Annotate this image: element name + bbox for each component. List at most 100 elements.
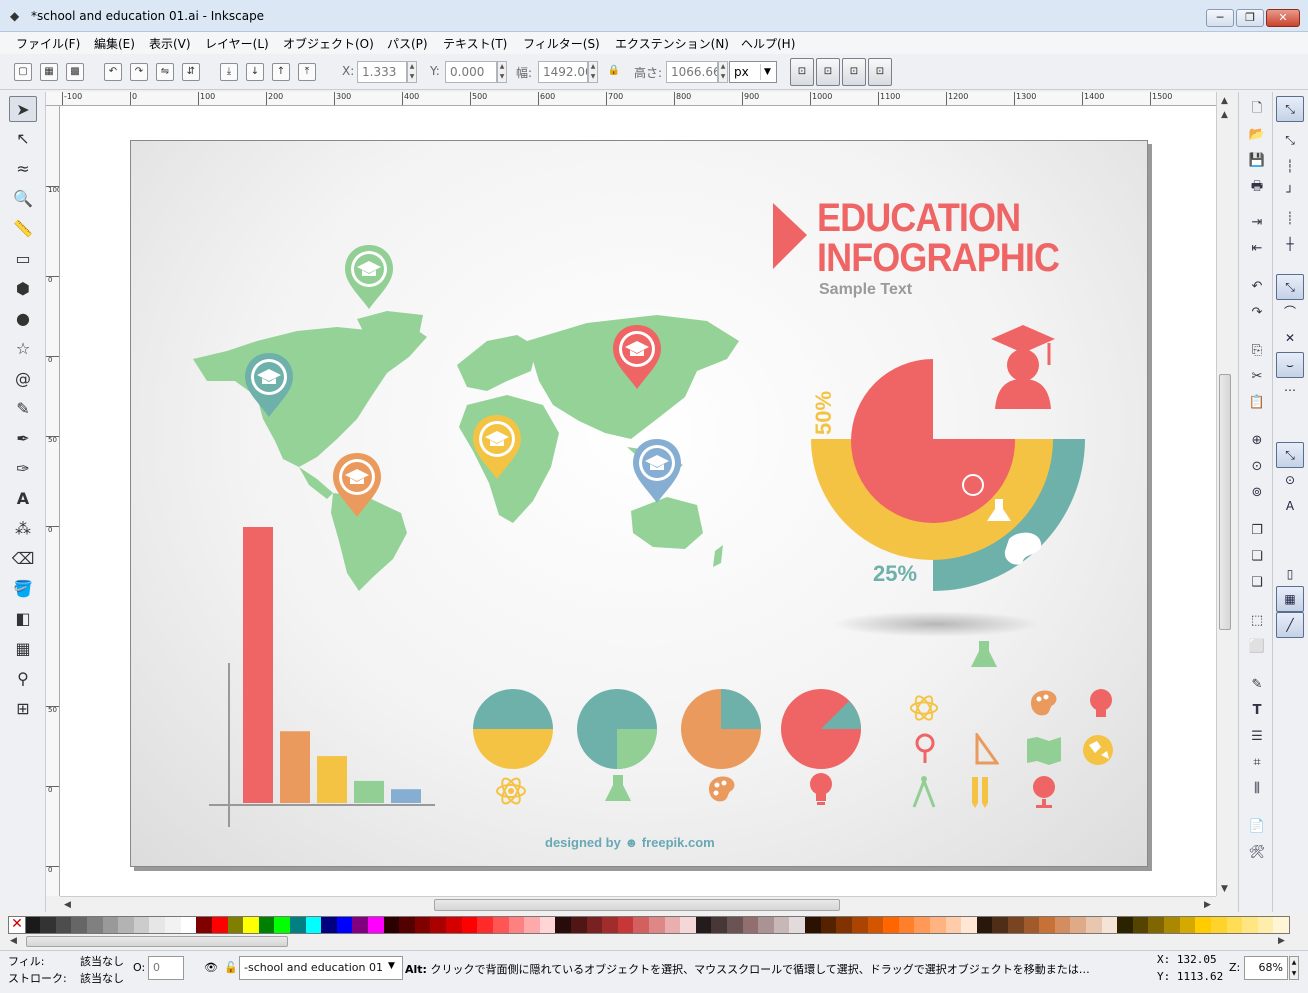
palette-swatch[interactable] <box>524 917 540 933</box>
bar[interactable] <box>354 780 384 803</box>
preferences-icon[interactable]: 🛠 <box>1246 842 1268 864</box>
zoom-input[interactable]: 68% <box>1244 956 1288 980</box>
scroll-left-icon[interactable]: ◀ <box>64 900 71 910</box>
fill-stroke-icon[interactable]: ✎ <box>1246 674 1268 696</box>
palette-swatch[interactable] <box>633 917 649 933</box>
palette-swatch[interactable] <box>196 917 212 933</box>
palette-swatch[interactable] <box>570 917 587 933</box>
palette-swatch[interactable] <box>680 917 696 933</box>
palette-swatch[interactable] <box>243 917 259 933</box>
palette-swatch[interactable] <box>336 917 353 933</box>
scale-corners-toggle[interactable]: ⊡ <box>816 58 840 86</box>
canvas[interactable]: EDUCATION INFOGRAPHIC Sample Text 50% 25… <box>60 106 1216 896</box>
pen-tool-icon[interactable]: ✒ <box>9 426 37 452</box>
minimize-button[interactable]: ─ <box>1206 9 1234 27</box>
palette-swatch[interactable] <box>898 917 915 933</box>
infographic-title-line2[interactable]: INFOGRAPHIC <box>817 237 1060 279</box>
horizontal-scrollbar[interactable]: ◀ ▶ <box>60 896 1216 912</box>
palette-swatch[interactable] <box>648 917 665 933</box>
document-page[interactable]: EDUCATION INFOGRAPHIC Sample Text 50% 25… <box>130 140 1148 867</box>
palette-swatch[interactable] <box>508 917 525 933</box>
palette-swatch[interactable] <box>55 917 72 933</box>
zoom-tool-icon[interactable]: 🔍 <box>9 186 37 212</box>
no-paint-swatch[interactable]: ✕ <box>8 916 26 934</box>
bar[interactable] <box>280 731 310 803</box>
snap-page-border-icon[interactable]: ▯ <box>1276 562 1304 588</box>
palette-swatch[interactable] <box>961 917 977 933</box>
palette-swatch[interactable] <box>446 917 462 933</box>
palette-swatch[interactable] <box>1148 917 1165 933</box>
palette-swatch[interactable] <box>1101 917 1118 933</box>
menu-object[interactable]: オブジェクト(O) <box>283 35 374 52</box>
group-icon[interactable]: ⬚ <box>1246 610 1268 632</box>
fill-value[interactable]: 該当なし <box>80 953 124 969</box>
3d-box-tool-icon[interactable]: ⬢ <box>9 276 37 302</box>
duplicate-icon[interactable]: ❐ <box>1246 520 1268 542</box>
graduate-icon[interactable] <box>989 321 1059 411</box>
select-all-icon[interactable]: ▢ <box>14 63 32 81</box>
palette-swatch[interactable] <box>274 917 290 933</box>
snap-centers-icon[interactable]: ⤡ <box>1276 442 1304 468</box>
zoom-page-icon[interactable]: ⊚ <box>1246 482 1268 504</box>
palette-swatch[interactable] <box>883 917 899 933</box>
height-spinner[interactable]: ▲ ▼ <box>718 61 728 83</box>
undo-icon[interactable]: ↶ <box>1246 276 1268 298</box>
opacity-input[interactable]: 0 <box>148 956 184 980</box>
palette-swatch[interactable] <box>1273 917 1289 933</box>
zoom-selection-icon[interactable]: ⊕ <box>1246 430 1268 452</box>
palette-swatch[interactable] <box>1242 917 1258 933</box>
close-button[interactable]: ✕ <box>1266 9 1300 27</box>
tweak-tool-icon[interactable]: ≈ <box>9 156 37 182</box>
pie-teal-green[interactable] <box>575 687 659 771</box>
palette-swatch[interactable] <box>867 917 884 933</box>
paste-icon[interactable]: 📋 <box>1246 392 1268 414</box>
snap-bbox-centers-icon[interactable]: ┼ <box>1276 232 1304 258</box>
scroll-up-icon[interactable]: ▲ <box>1221 110 1228 120</box>
palette-swatch[interactable] <box>180 917 197 933</box>
selector-tool-icon[interactable]: ➤ <box>9 96 37 122</box>
palette-swatch[interactable] <box>1226 917 1243 933</box>
select-all-layers-icon[interactable]: ▦ <box>40 63 58 81</box>
gradient-tool-icon[interactable]: ◧ <box>9 606 37 632</box>
palette-swatch[interactable] <box>1257 917 1274 933</box>
print-icon[interactable]: 🖶 <box>1246 176 1268 198</box>
menu-help[interactable]: ヘルプ(H) <box>741 35 795 52</box>
align-distribute-icon[interactable]: ⫼ <box>1246 778 1268 800</box>
palette-swatch[interactable] <box>430 917 447 933</box>
palette-swatch[interactable] <box>258 917 275 933</box>
palette-swatch[interactable] <box>102 917 119 933</box>
bar[interactable] <box>243 527 273 803</box>
y-input[interactable]: 0.000 <box>445 61 497 83</box>
palette-swatch[interactable] <box>399 917 415 933</box>
palette-swatch[interactable] <box>414 917 431 933</box>
scroll-left-icon[interactable]: ◀ <box>10 936 17 946</box>
bar[interactable] <box>391 789 421 803</box>
bar-chart[interactable] <box>201 517 441 829</box>
ellipse-tool-icon[interactable]: ● <box>9 306 37 332</box>
palette-swatch[interactable] <box>945 917 962 933</box>
node-tool-icon[interactable]: ↖ <box>9 126 37 152</box>
menu-view[interactable]: 表示(V) <box>149 35 191 52</box>
star-tool-icon[interactable]: ☆ <box>9 336 37 362</box>
stroke-value[interactable]: 該当なし <box>80 970 124 986</box>
palette-swatch[interactable] <box>461 917 478 933</box>
palette-swatch[interactable] <box>789 917 806 933</box>
menu-extensions[interactable]: エクステンション(N) <box>615 35 729 52</box>
transform-gradients-toggle[interactable]: ⊡ <box>842 58 866 86</box>
palette-swatch[interactable] <box>71 917 88 933</box>
palette-swatch[interactable] <box>1054 917 1071 933</box>
snap-smooth-nodes-icon[interactable]: ⌣ <box>1276 352 1304 378</box>
width-spinner[interactable]: ▲ ▼ <box>588 61 598 83</box>
palette-swatch[interactable] <box>602 917 618 933</box>
x-input[interactable]: 1.333 <box>357 61 407 83</box>
menu-layer[interactable]: レイヤー(L) <box>205 35 269 52</box>
text-tool-icon[interactable]: A <box>9 486 37 512</box>
transform-patterns-toggle[interactable]: ⊡ <box>868 58 892 86</box>
dropper-tool-icon[interactable]: ⚲ <box>9 666 37 692</box>
text-font-icon[interactable]: T <box>1246 700 1268 722</box>
pin-green[interactable] <box>343 243 395 311</box>
pin-blue[interactable] <box>631 437 683 505</box>
palette-swatch[interactable] <box>1070 917 1087 933</box>
menu-text[interactable]: テキスト(T) <box>443 35 507 52</box>
palette-swatch[interactable] <box>992 917 1008 933</box>
